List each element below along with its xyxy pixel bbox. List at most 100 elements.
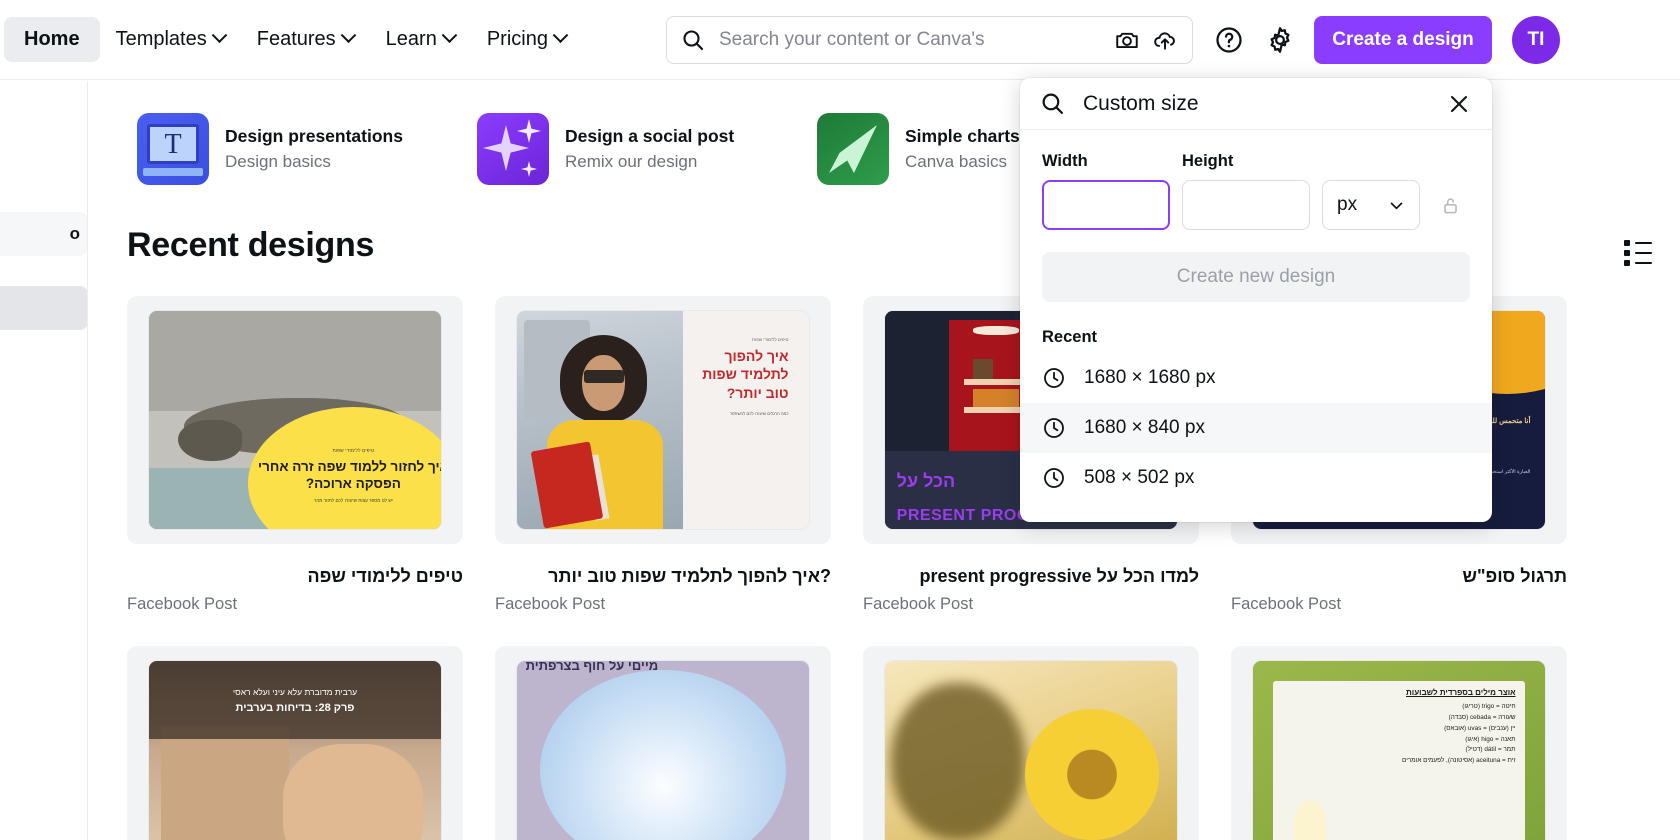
sidebar-item-clipped-2[interactable] [0,286,87,330]
chevron-down-icon [211,27,228,44]
nav-item-label: Features [256,28,336,50]
width-label: Width [1042,152,1088,170]
sparkle-tile-icon [477,113,549,185]
sidebar-item-clipped-1[interactable]: o [0,212,87,256]
search-input[interactable] [719,29,1114,51]
chevron-down-icon [441,27,458,44]
close-icon[interactable] [1442,87,1476,121]
thumb-line-2: פרק 28: בדיחות בערבית [235,701,355,714]
thumb-line: תאנה = higo (איגו) [1465,735,1516,743]
create-new-design-button[interactable]: Create new design [1042,252,1470,302]
custom-size-header: Custom size [1020,78,1492,130]
quick-action-subtitle: Remix our design [565,152,698,171]
unit-select[interactable]: px [1322,180,1420,230]
presentation-tile-icon [137,113,209,185]
thumb-line-1: ערבית מדוברת עלא עיני ועלא ראסי [232,686,358,697]
thumb-line: חיטה = trigo (טריגו) [1462,703,1516,711]
nav-item-templates[interactable]: Templates [100,17,241,62]
list-view-icon[interactable] [1624,236,1658,270]
quick-action-title: Design presentations [225,126,403,146]
unit-value: px [1337,194,1358,215]
recent-size-item[interactable]: 1680 × 1680 px [1020,353,1492,403]
thumb-line: תמר = dátil (דטיל) [1465,746,1516,754]
design-card[interactable]: טיפים ללימודי שפות איך לחזור ללמוד שפה ז… [127,296,463,614]
clock-icon [1042,416,1066,440]
thumb-body: כמה הרגלים שיעזרו לכם להשתפר [729,410,789,416]
design-thumbnail[interactable]: מייםי על חוף בצרפתית [495,646,831,840]
design-title: למדו הכל על present progressive [919,566,1199,586]
search-box[interactable] [666,16,1193,64]
design-thumbnail[interactable]: טיפים ללימודי שפות איך לחזור ללמוד שפה ז… [127,296,463,544]
left-sidebar: o [0,81,88,840]
design-subtitle: Facebook Post [495,595,606,613]
thumb-title: אוצר מילים בספרדית לשבועות [1406,688,1516,698]
thumb-line: זית = aceituna (אסיטונה), לפעמים אומרים [1402,757,1516,765]
custom-size-fields: Width Height px [1020,130,1492,230]
design-card[interactable]: טיפים ללימודי שפות איך להפוך לתלמיד שפות… [495,296,831,614]
custom-size-panel: Custom size Width Height px Create new d… [1020,78,1492,522]
recent-label: Recent [1042,328,1098,346]
nav-item-features[interactable]: Features [241,17,370,62]
width-input[interactable] [1042,180,1170,230]
nav-item-label: Learn [385,28,437,50]
clock-icon [1042,366,1066,390]
quick-action-subtitle: Design basics [225,152,331,171]
design-thumbnail[interactable]: טיפים ללימודי שפות איך להפוך לתלמיד שפות… [495,296,831,544]
clock-icon [1042,466,1066,490]
avatar[interactable]: TI [1512,16,1560,64]
nav-item-pricing[interactable]: Pricing [471,17,582,62]
thumb-arc-text: מייםי על חוף בצרפתית [525,661,659,673]
design-card[interactable]: ערבית מדוברת עלא עיני ועלא ראסי פרק 28: … [127,646,463,840]
design-subtitle: Facebook Post [1231,595,1342,613]
thumb-headline: איך להפוך לתלמיד שפות טוב יותר? [702,348,789,401]
design-title: ?איך להפוך לתלמיד שפות טוב יותר [548,566,831,586]
recent-size-item[interactable]: 1680 × 840 px [1020,403,1492,453]
recent-size-item[interactable]: 508 × 502 px [1020,453,1492,503]
thumb-kicker: טיפים ללימודי שפות [752,337,789,343]
camera-icon[interactable] [1114,27,1140,53]
design-card[interactable] [863,646,1199,840]
thumb-kicker: טיפים ללימודי שפות [332,447,375,453]
chevron-down-icon [1388,197,1405,214]
quick-action-design-presentations[interactable]: Design presentations Design basics [137,113,477,185]
paper-plane-tile-icon [817,113,889,185]
recent-size-label: 1680 × 1680 px [1084,367,1216,388]
help-circle-icon[interactable] [1211,22,1247,58]
thumb-line: יין (ענבים) = uvas (אובאס) [1444,724,1516,732]
gear-icon[interactable] [1262,22,1298,58]
nav-item-home[interactable]: Home [4,17,100,62]
nav-item-label: Templates [115,28,207,50]
cloud-upload-icon[interactable] [1152,27,1178,53]
lock-open-icon[interactable] [1438,192,1462,218]
design-subtitle: Facebook Post [863,595,974,613]
nav-item-learn[interactable]: Learn [370,17,471,62]
design-thumbnail[interactable]: ערבית מדוברת עלא עיני ועלא ראסי פרק 28: … [127,646,463,840]
search-icon [1040,91,1065,116]
design-card[interactable]: מייםי על חוף בצרפתית [495,646,831,840]
design-card[interactable]: אוצר מילים בספרדית לשבועות חיטה = trigo … [1231,646,1567,840]
thumb-line: שעורה = cebada (סבדה) [1448,714,1516,722]
nav-item-label: Pricing [486,28,548,50]
chevron-down-icon [340,27,356,44]
recent-size-label: 508 × 502 px [1084,467,1195,488]
chevron-down-icon [552,27,569,44]
height-input[interactable] [1182,180,1310,230]
quick-action-title: Simple charts a [905,126,1035,146]
design-thumbnail[interactable] [863,646,1199,840]
create-a-design-button[interactable]: Create a design [1314,16,1492,64]
quick-action-design-social-post[interactable]: Design a social post Remix our design [477,113,817,185]
design-title: תרגול סופ"ש [1462,566,1567,586]
thumb-headline: איך לחזור ללמוד שפה זרה אחרי הפסקה ארוכה… [258,458,441,492]
page-title: Recent designs [127,226,375,264]
design-subtitle: Facebook Post [127,595,238,613]
design-title: טיפים ללימודי שפה [307,566,463,586]
panel-title: Custom size [1083,91,1199,115]
quick-action-title: Design a social post [565,126,735,146]
thumb-headline-he: הכל על [896,470,956,491]
height-label: Height [1182,152,1234,170]
design-thumbnail[interactable]: אוצר מילים בספרדית לשבועות חיטה = trigo … [1231,646,1567,840]
quick-action-subtitle: Canva basics [905,152,1008,171]
recent-size-label: 1680 × 840 px [1084,417,1205,438]
search-icon [681,28,705,52]
top-header: Home Templates Features Learn Pricing Se… [0,0,1680,80]
